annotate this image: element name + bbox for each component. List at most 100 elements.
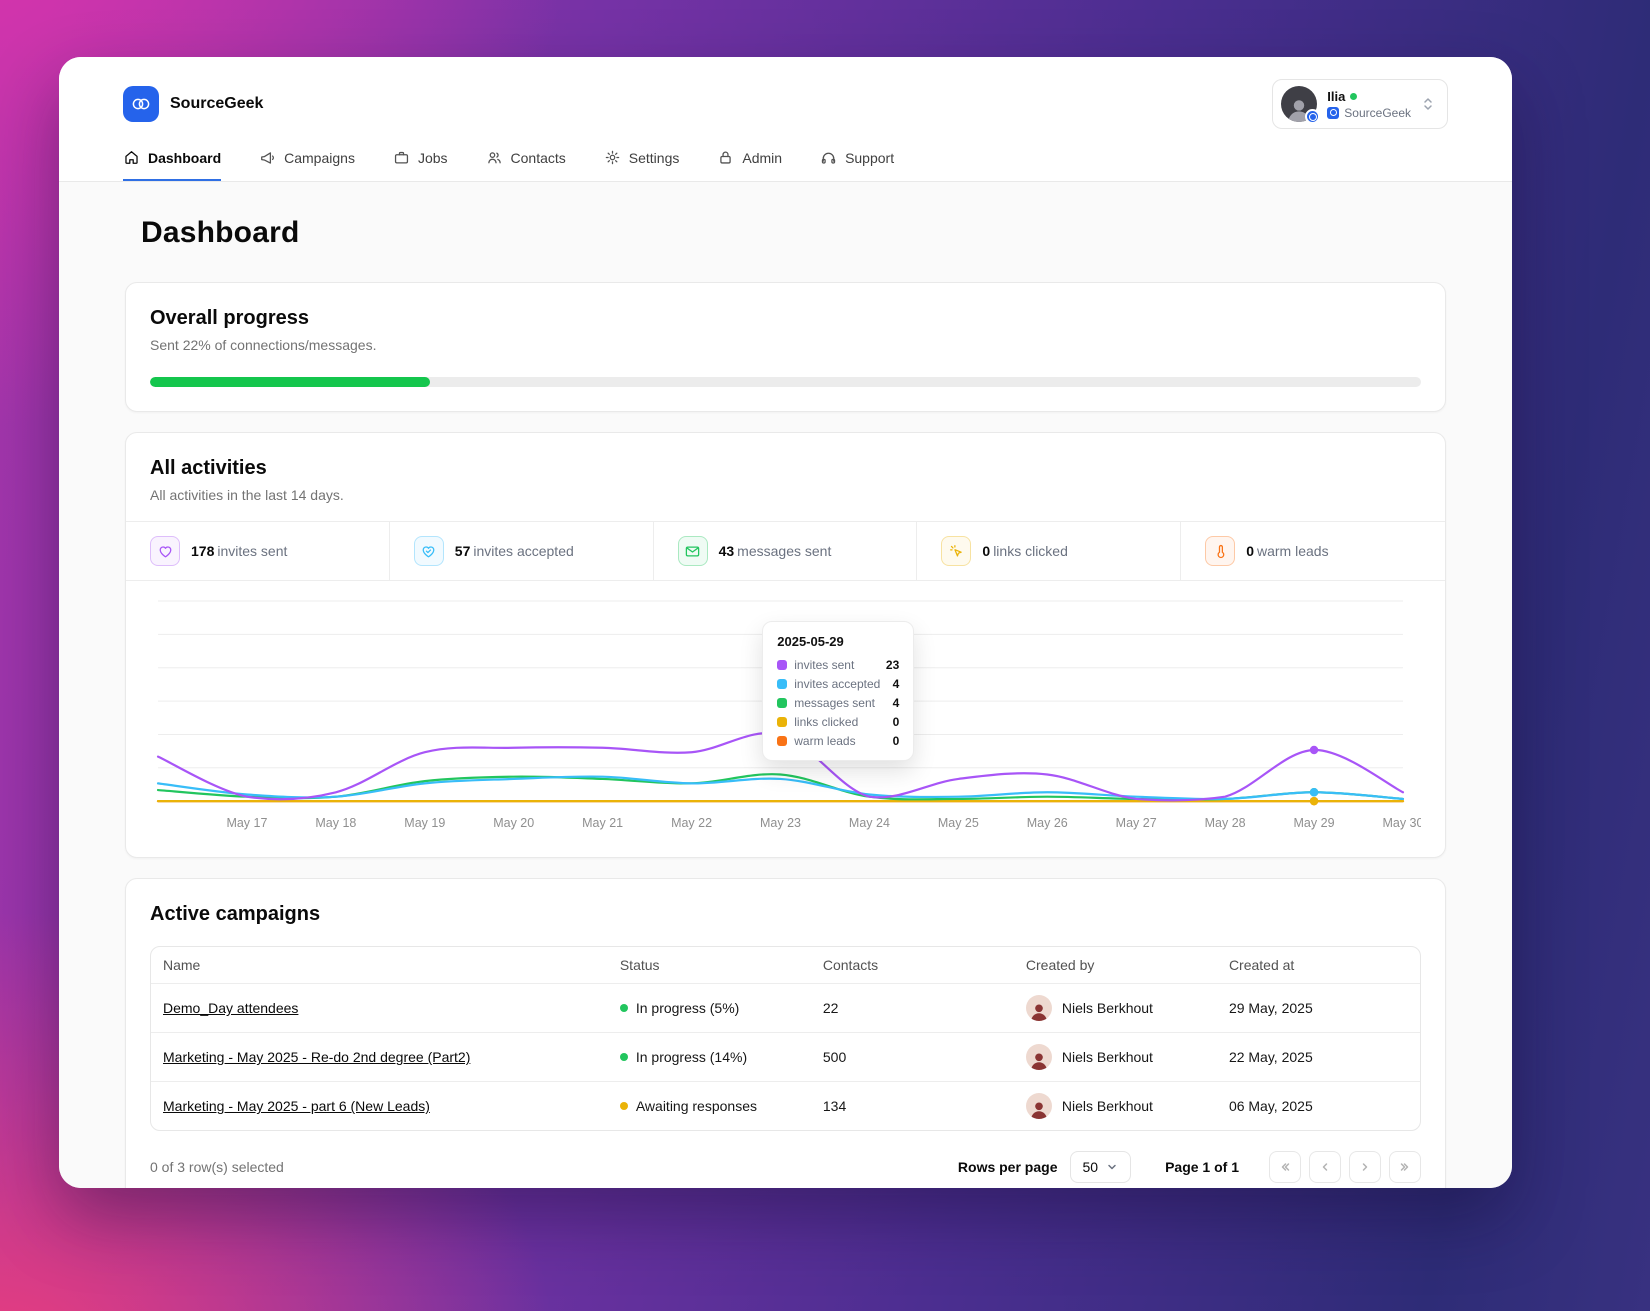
svg-text:May 22: May 22 xyxy=(671,816,712,830)
svg-text:May 28: May 28 xyxy=(1205,816,1246,830)
tooltip-swatch xyxy=(777,698,788,708)
activities-subtitle: All activities in the last 14 days. xyxy=(150,487,344,503)
chevron-down-icon xyxy=(1108,1164,1116,1170)
status-dot xyxy=(619,1053,628,1062)
contacts-count: 500 xyxy=(810,1032,1014,1083)
creator-avatar xyxy=(1025,1093,1052,1120)
stat-item: 43 messages sent xyxy=(654,522,918,580)
stat-value: 0 xyxy=(1246,543,1254,559)
created-at: 29 May, 2025 xyxy=(1216,983,1420,1034)
status-dot xyxy=(619,1004,628,1013)
headphones-icon xyxy=(821,152,836,164)
nav-tab-campaigns[interactable]: Campaigns xyxy=(259,149,355,181)
tooltip-value: 4 xyxy=(892,677,900,691)
tooltip-label: messages sent xyxy=(794,696,875,710)
stat-label: warm leads xyxy=(1256,543,1329,559)
prev-page-button[interactable] xyxy=(1309,1151,1341,1184)
col-name: Name xyxy=(151,947,608,985)
nav-label: Settings xyxy=(628,149,680,166)
campaign-link[interactable]: Marketing - May 2025 - part 6 (New Leads… xyxy=(163,1098,430,1114)
chevron-right-icon xyxy=(1362,1163,1368,1171)
profile-menu-button[interactable]: Ilia SourceGeek xyxy=(1272,79,1448,129)
table-row[interactable]: Marketing - May 2025 - Re-do 2nd degree … xyxy=(151,1032,1420,1083)
main-content: Dashboard Overall progress Sent 22% of c… xyxy=(59,182,1512,1188)
created-at: 06 May, 2025 xyxy=(1228,1098,1313,1115)
stat-value: 43 xyxy=(718,543,735,559)
tooltip-swatch xyxy=(777,679,788,689)
tooltip-swatch xyxy=(777,717,788,727)
org-badge-icon xyxy=(1305,109,1321,124)
nav-tab-admin[interactable]: Admin xyxy=(717,149,782,181)
campaigns-table: Name Status Contacts Created by Created … xyxy=(150,946,1421,1132)
overall-progress-subtitle: Sent 22% of connections/messages. xyxy=(150,337,377,353)
rows-selected-text: 0 of 3 row(s) selected xyxy=(150,1159,284,1176)
app-header: SourceGeek Ilia SourceGeek Dashboard Cam… xyxy=(59,57,1512,182)
activities-title: All activities xyxy=(150,457,267,479)
nav-tab-support[interactable]: Support xyxy=(820,149,894,181)
tooltip-value: 0 xyxy=(892,715,900,729)
col-created-by: Created by xyxy=(1013,947,1217,985)
warm-leads-icon xyxy=(1205,536,1236,566)
table-row[interactable]: Marketing - May 2025 - part 6 (New Leads… xyxy=(151,1082,1420,1131)
svg-text:May 29: May 29 xyxy=(1294,816,1335,830)
status-dot xyxy=(619,1102,628,1111)
svg-text:May 26: May 26 xyxy=(1027,816,1068,830)
links-clicked-icon xyxy=(941,536,972,566)
last-page-button[interactable] xyxy=(1389,1151,1421,1184)
rows-per-page-value: 50 xyxy=(1082,1159,1099,1176)
creator-avatar xyxy=(1025,995,1052,1022)
rows-per-page-select[interactable]: 50 xyxy=(1069,1151,1132,1184)
overall-progress-title: Overall progress xyxy=(150,307,309,329)
page-title: Dashboard xyxy=(141,216,300,249)
megaphone-icon xyxy=(261,152,275,164)
user-org: SourceGeek xyxy=(1344,105,1411,120)
nav-label: Support xyxy=(845,149,895,166)
status-text: In progress (5%) xyxy=(635,1000,740,1017)
svg-text:May 17: May 17 xyxy=(226,816,267,830)
nav-tab-dashboard[interactable]: Dashboard xyxy=(123,149,222,181)
campaign-link[interactable]: Marketing - May 2025 - Re-do 2nd degree … xyxy=(163,1049,470,1065)
progress-bar xyxy=(150,377,1421,387)
created-at: 22 May, 2025 xyxy=(1216,1032,1420,1083)
campaign-link[interactable]: Demo_Day attendees xyxy=(163,1000,298,1016)
brand-name: SourceGeek xyxy=(170,95,264,112)
col-contacts: Contacts xyxy=(810,947,1014,985)
nav-label: Dashboard xyxy=(148,149,222,166)
stat-label: invites sent xyxy=(217,543,288,559)
tooltip-swatch xyxy=(777,736,788,746)
stat-item: 0 warm leads xyxy=(1181,522,1445,580)
nav-label: Jobs xyxy=(417,149,448,166)
svg-text:May 27: May 27 xyxy=(1116,816,1157,830)
first-page-button[interactable] xyxy=(1269,1151,1301,1184)
app-window: SourceGeek Ilia SourceGeek Dashboard Cam… xyxy=(59,57,1512,1188)
stat-label: invites accepted xyxy=(473,543,574,559)
table-footer: 0 of 3 row(s) selected Rows per page 50 … xyxy=(150,1151,1421,1184)
messages-sent-icon xyxy=(677,536,708,566)
table-header-row: Name Status Contacts Created by Created … xyxy=(151,947,1420,985)
tooltip-swatch xyxy=(777,660,788,670)
col-status: Status xyxy=(607,947,811,985)
stat-value: 0 xyxy=(982,543,991,559)
contacts-count: 134 xyxy=(822,1098,847,1115)
stat-label: messages sent xyxy=(737,543,832,559)
nav-tab-settings[interactable]: Settings xyxy=(604,149,680,181)
online-status-dot xyxy=(1350,92,1358,100)
tooltip-label: warm leads xyxy=(794,734,856,748)
creator-avatar xyxy=(1025,1044,1052,1071)
briefcase-icon xyxy=(394,151,409,164)
next-page-button[interactable] xyxy=(1349,1151,1381,1184)
activities-chart-area[interactable]: May 17 May 18 May 19 May 20 May 21 May 22 May … xyxy=(126,581,1445,857)
nav-tab-contacts[interactable]: Contacts xyxy=(486,149,566,181)
table-row[interactable]: Demo_Day attendees In progress (5%) 22 N… xyxy=(151,983,1420,1034)
activity-stats-row: 178 invites sent 57 invites accepted 43 mes… xyxy=(126,521,1445,581)
chevrons-left-icon xyxy=(1281,1163,1290,1171)
stat-item: 178 invites sent xyxy=(126,522,390,580)
all-activities-card: All activities All activities in the las… xyxy=(125,432,1446,859)
invites-sent-icon xyxy=(150,536,180,566)
svg-text:May 24: May 24 xyxy=(849,816,890,830)
chart-tooltip: 2025-05-29 invites sent 23 invites accept… xyxy=(762,621,915,761)
status-text: Awaiting responses xyxy=(635,1098,757,1115)
svg-text:May 30: May 30 xyxy=(1382,816,1421,830)
sourcegeek-logo-icon xyxy=(123,86,159,122)
nav-tab-jobs[interactable]: Jobs xyxy=(393,149,448,181)
